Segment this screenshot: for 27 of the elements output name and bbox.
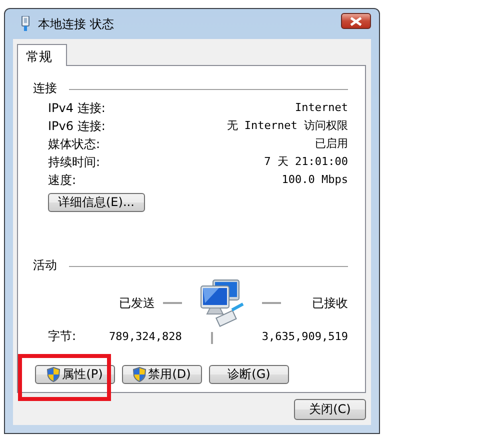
field-value: 已启用 xyxy=(314,136,348,152)
bytes-received-value: 3,635,909,519 xyxy=(262,330,348,343)
close-button[interactable] xyxy=(341,13,371,29)
field-value: 无 Internet 访问权限 xyxy=(226,118,348,134)
sent-label: 已发送 xyxy=(118,294,155,312)
section-heading: 活动 xyxy=(33,257,57,274)
field-label: 持续时间: xyxy=(48,154,102,170)
close-dialog-button[interactable]: 关闭(C) xyxy=(294,399,366,420)
received-label: 已接收 xyxy=(312,294,348,312)
field-label: 媒体状态: xyxy=(48,136,102,152)
field-label: IPv6 连接: xyxy=(48,118,106,134)
field-label: 速度: xyxy=(48,172,78,188)
details-button[interactable]: 详细信息(E)... xyxy=(48,193,146,212)
network-plug-icon xyxy=(21,16,30,32)
action-button[interactable]: 禁用(D) xyxy=(122,365,202,384)
tab[interactable]: 常规 xyxy=(17,44,67,66)
bytes-label: 字节: xyxy=(48,328,78,345)
action-button[interactable]: 属性(P) xyxy=(35,365,115,384)
bytes-sent-value: 789,324,828 xyxy=(108,330,182,343)
field-value: 100.0 Mbps xyxy=(280,172,348,188)
window-title: 本地连接 状态 xyxy=(38,16,114,32)
action-button[interactable]: 诊断(G) xyxy=(209,365,289,384)
section-heading: 连接 xyxy=(33,80,57,97)
field-value: Internet xyxy=(294,100,348,116)
field-value: 7 天 21:01:00 xyxy=(263,154,348,170)
close-icon xyxy=(349,16,363,26)
field-label: IPv4 连接: xyxy=(48,100,106,116)
